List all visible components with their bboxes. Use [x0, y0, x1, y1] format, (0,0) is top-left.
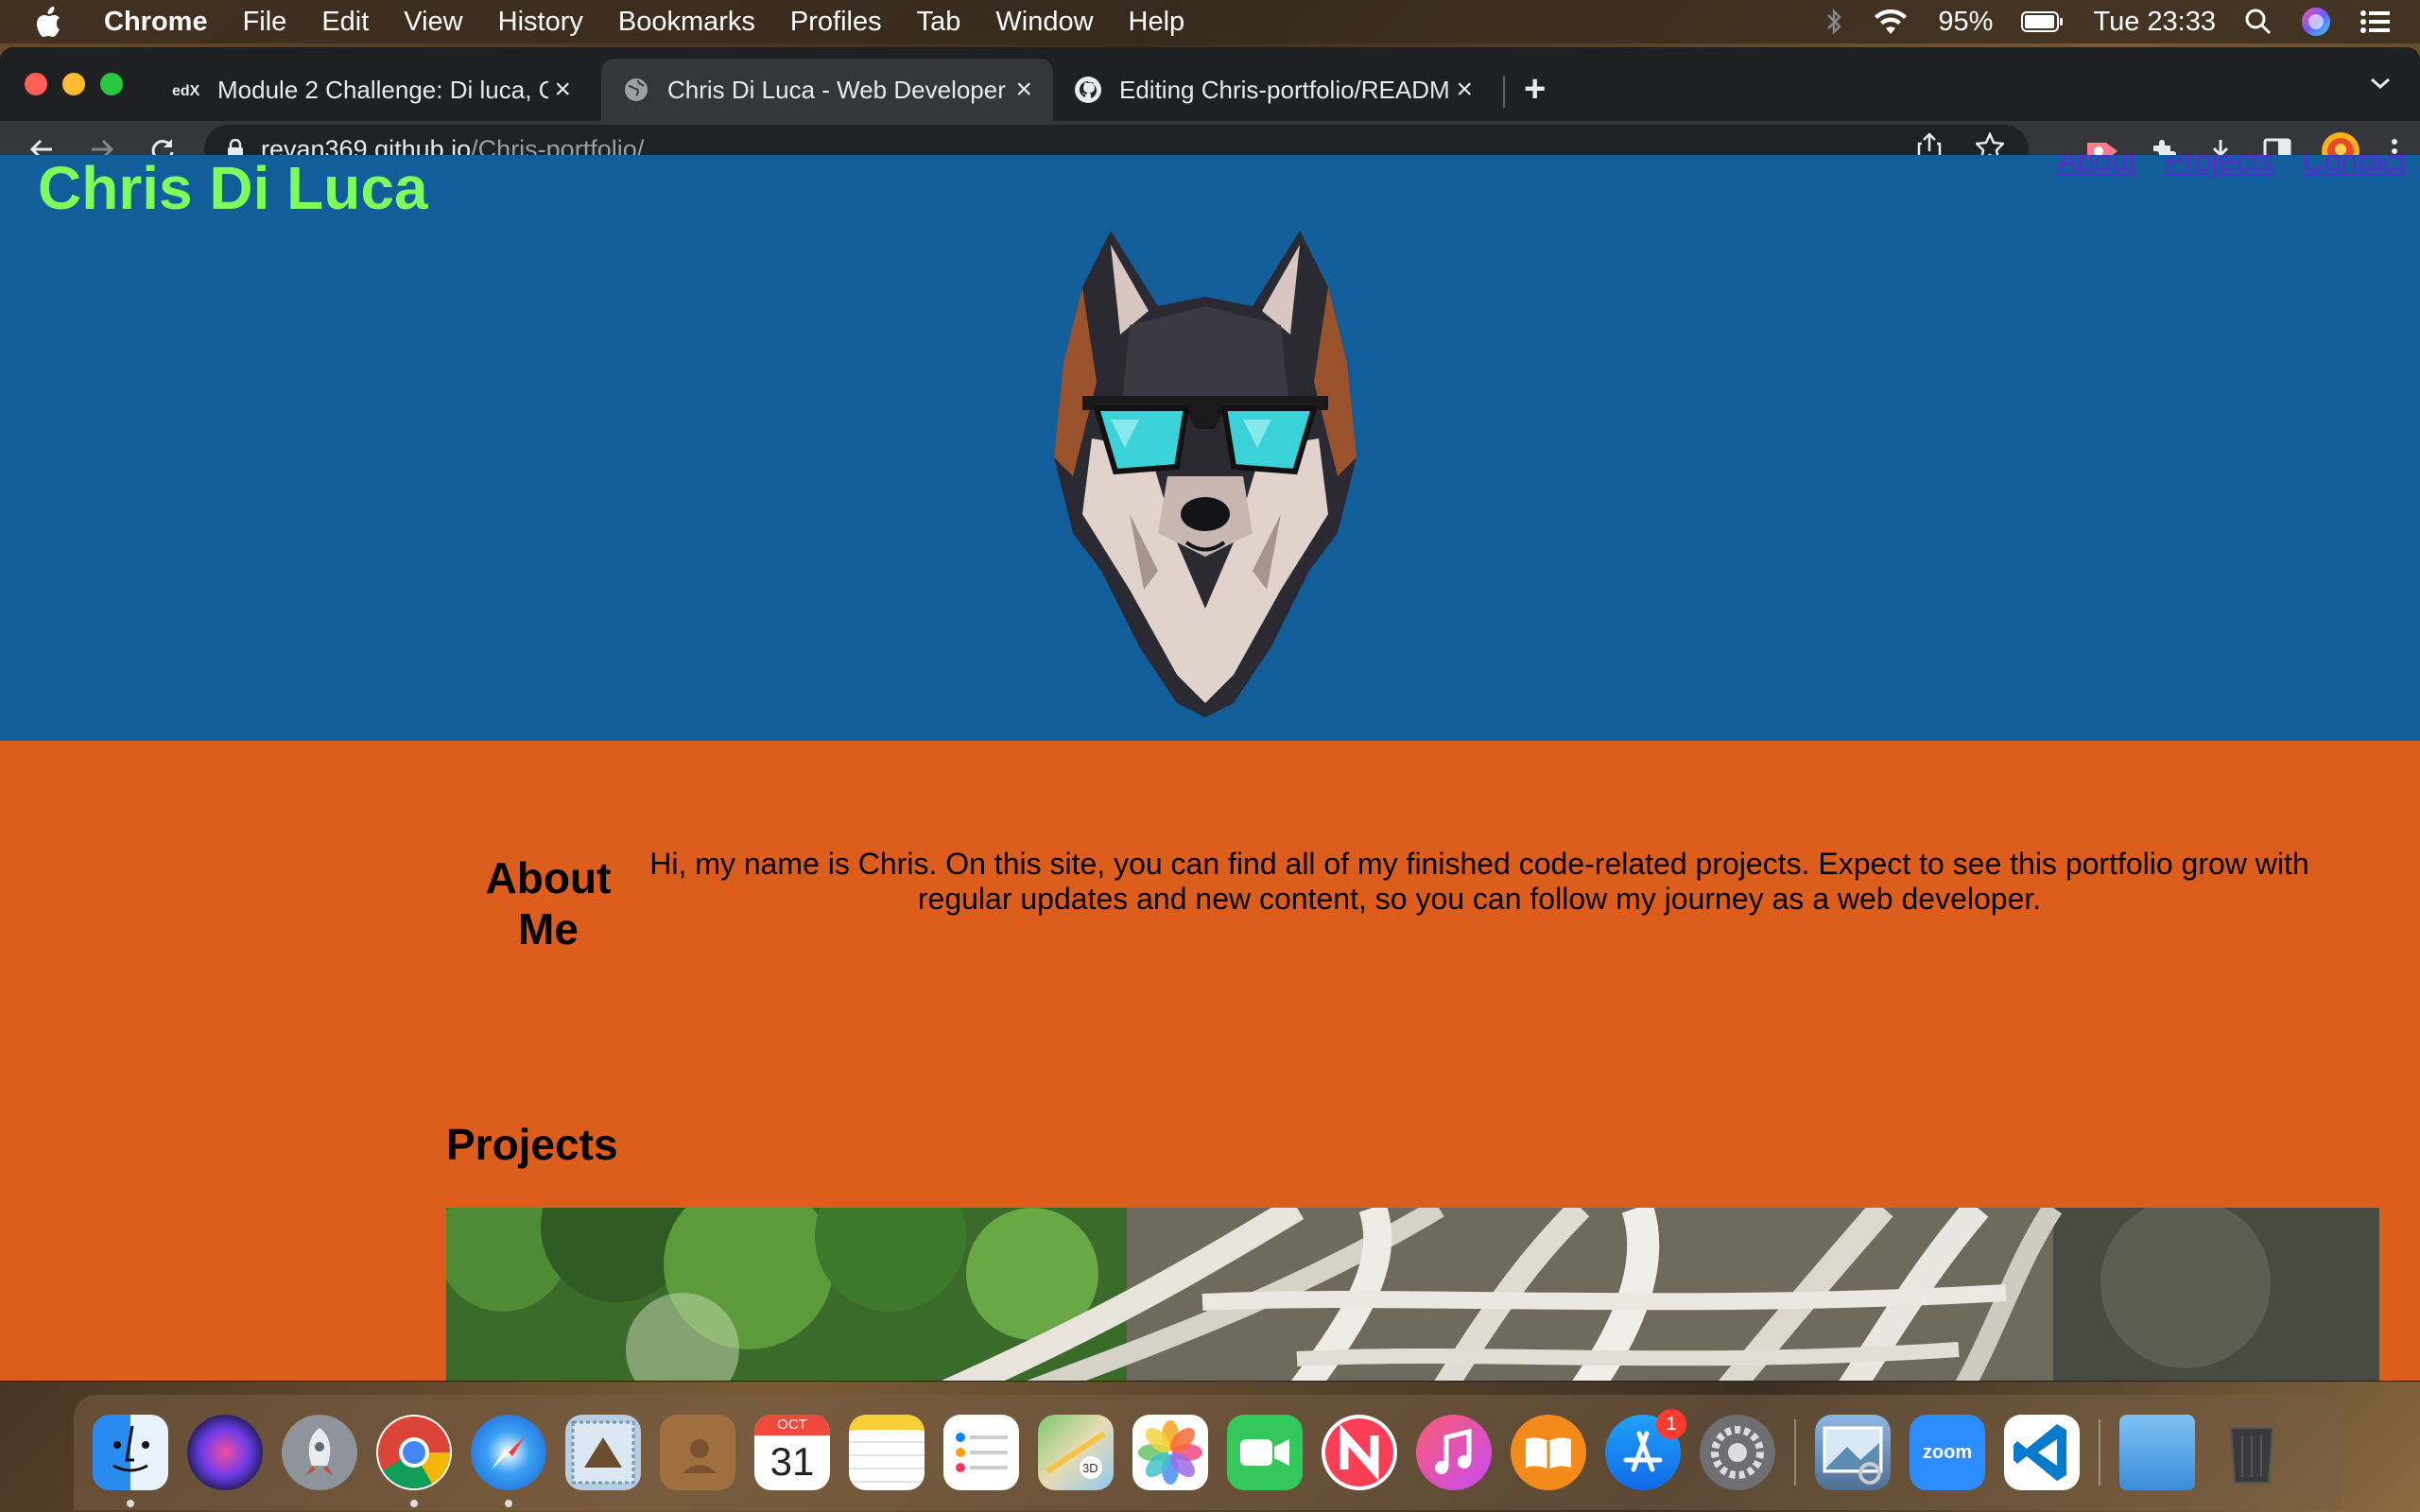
macos-dock: OCT 31 3D 1 zoom — [74, 1395, 2342, 1510]
menu-history[interactable]: History — [498, 7, 583, 38]
about-paragraph: Hi, my name is Chris. On this site, you … — [649, 847, 2309, 916]
menu-help[interactable]: Help — [1129, 7, 1185, 38]
svg-text:edX: edX — [172, 83, 200, 99]
menu-window[interactable]: Window — [995, 7, 1093, 38]
preview-image-icon[interactable] — [1815, 1415, 1891, 1490]
dock-separator — [2099, 1419, 2100, 1486]
control-center-icon[interactable] — [2360, 9, 2392, 35]
apple-icon[interactable] — [34, 6, 76, 38]
projects-heading: Projects — [446, 1120, 618, 1169]
github-icon — [1074, 76, 1102, 104]
tab-search-chevron-icon[interactable] — [2369, 76, 2392, 95]
notification-badge: 1 — [1656, 1409, 1686, 1439]
books-icon[interactable] — [1511, 1415, 1586, 1490]
site-header: Chris Di Luca About Projects Contact — [0, 155, 2420, 741]
site-title: Chris Di Luca — [38, 155, 428, 222]
svg-text:3D: 3D — [1082, 1461, 1098, 1475]
contacts-book-icon[interactable] — [660, 1415, 735, 1490]
battery-percentage: 95% — [1938, 6, 1994, 37]
tab-separator — [1503, 76, 1505, 108]
globe-icon — [622, 76, 650, 104]
running-indicator — [127, 1500, 134, 1507]
tab-strip: edX Module 2 Challenge: Di luca, C × Chr… — [0, 47, 2420, 121]
menu-app-name[interactable]: Chrome — [104, 7, 208, 38]
notes-icon[interactable] — [849, 1415, 925, 1490]
photos-icon[interactable] — [1132, 1415, 1208, 1490]
clock[interactable]: Tue 23:33 — [2093, 7, 2216, 38]
siri-icon[interactable] — [2301, 7, 2331, 37]
chrome-app-icon[interactable] — [376, 1415, 452, 1507]
nav-link-projects[interactable]: Projects — [2165, 155, 2274, 179]
tab-title: Module 2 Challenge: Di luca, C — [217, 75, 548, 104]
menu-file[interactable]: File — [243, 7, 287, 38]
menu-profiles[interactable]: Profiles — [790, 7, 882, 38]
calendar-day: 31 — [769, 1439, 815, 1484]
wolf-avatar-image — [1054, 231, 1357, 717]
bluetooth-icon[interactable] — [1824, 7, 1843, 37]
minimize-window-button[interactable] — [62, 73, 85, 95]
nav-link-about[interactable]: About — [2058, 155, 2137, 179]
close-tab-icon[interactable]: × — [554, 74, 571, 106]
running-indicator — [505, 1500, 512, 1507]
system-preferences-gear-icon[interactable] — [1700, 1415, 1775, 1490]
tab-title: Chris Di Luca - Web Developer — [667, 75, 1006, 104]
menu-edit[interactable]: Edit — [321, 7, 369, 38]
page-viewport: Chris Di Luca About Projects Contact Abo… — [0, 155, 2420, 1381]
close-tab-icon[interactable]: × — [1456, 74, 1473, 106]
site-nav: About Projects Contact — [2058, 155, 2408, 179]
window-controls — [25, 73, 123, 95]
calendar-month: OCT — [754, 1415, 830, 1435]
zoom-window-button[interactable] — [100, 73, 123, 95]
tab-chris-di-luca[interactable]: Chris Di Luca - Web Developer × — [601, 59, 1053, 121]
music-note-icon[interactable] — [1416, 1415, 1492, 1490]
news-icon[interactable] — [1322, 1415, 1397, 1490]
nav-link-contact[interactable]: Contact — [2303, 155, 2407, 179]
wifi-icon[interactable] — [1872, 8, 1910, 36]
menu-bookmarks[interactable]: Bookmarks — [618, 7, 755, 38]
about-heading: About Me — [485, 853, 612, 954]
trash-icon[interactable] — [2214, 1415, 2290, 1490]
tab-title: Editing Chris-portfolio/READM — [1119, 75, 1450, 104]
battery-icon[interactable] — [2021, 10, 2065, 33]
menu-view[interactable]: View — [404, 7, 462, 38]
downloads-folder-icon[interactable] — [2119, 1415, 2195, 1490]
spotlight-search-icon[interactable] — [2244, 8, 2273, 36]
facetime-icon[interactable] — [1227, 1415, 1303, 1490]
finder-icon[interactable] — [93, 1415, 168, 1507]
calendar-icon[interactable]: OCT 31 — [754, 1415, 830, 1490]
edx-icon: edX — [172, 76, 200, 104]
app-store-icon[interactable]: 1 — [1605, 1409, 1686, 1490]
project-thumbnail-image[interactable] — [446, 1208, 2379, 1381]
safari-compass-icon[interactable] — [471, 1415, 546, 1507]
close-tab-icon[interactable]: × — [1015, 74, 1032, 106]
menu-tab[interactable]: Tab — [917, 7, 961, 38]
dock-separator — [1794, 1419, 1796, 1486]
mail-stamp-icon[interactable] — [565, 1415, 641, 1490]
close-window-button[interactable] — [25, 73, 47, 95]
tab-editing-readme[interactable]: Editing Chris-portfolio/READM × — [1053, 59, 1494, 121]
tab-module-2-challenge[interactable]: edX Module 2 Challenge: Di luca, C × — [151, 59, 592, 121]
reminders-icon[interactable] — [943, 1415, 1019, 1490]
zoom-app-icon[interactable]: zoom — [1910, 1415, 1985, 1490]
maps-icon[interactable]: 3D — [1038, 1415, 1114, 1490]
running-indicator — [410, 1500, 418, 1507]
launchpad-rocket-icon[interactable] — [282, 1415, 357, 1490]
vscode-icon[interactable] — [2004, 1415, 2080, 1490]
macos-menu-bar: Chrome File Edit View History Bookmarks … — [0, 0, 2420, 43]
siri-app-icon[interactable] — [187, 1415, 263, 1490]
new-tab-button[interactable]: + — [1524, 68, 1546, 111]
